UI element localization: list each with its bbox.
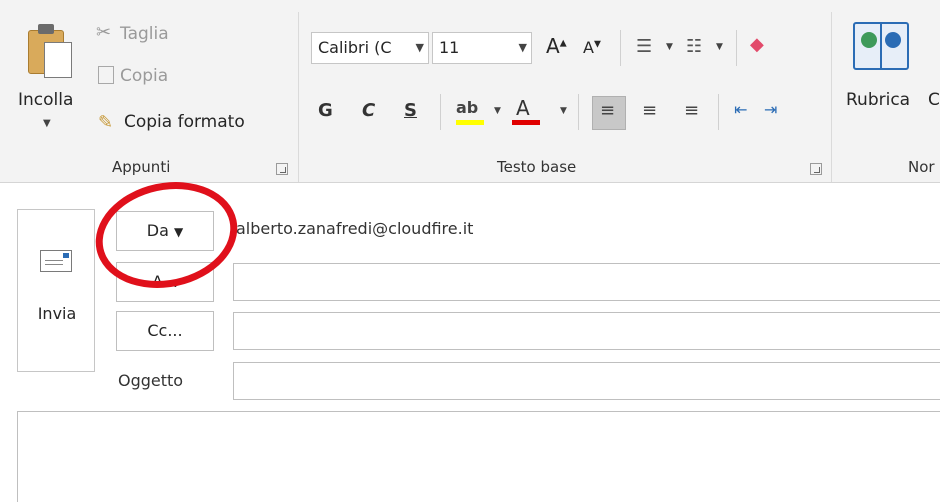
cc-field[interactable] (233, 312, 940, 350)
format-painter-icon[interactable]: ✎ (98, 112, 113, 133)
shrink-font-icon[interactable]: A▼ (583, 38, 601, 57)
cut-button[interactable]: Taglia (120, 24, 169, 44)
ribbon: Incolla ▼ ✂ Taglia Copia ✎ Copia formato… (0, 0, 940, 183)
check-names-button[interactable]: C (928, 90, 940, 110)
highlight-color-bar (456, 120, 484, 125)
paste-icon[interactable] (24, 22, 82, 82)
clipboard-launcher-icon[interactable] (276, 163, 288, 175)
format-painter-button[interactable]: Copia formato (124, 112, 245, 132)
font-name-combo[interactable]: Calibri (C ▼ (311, 32, 429, 64)
send-button[interactable]: Invia (17, 209, 95, 372)
clear-formatting-icon[interactable]: ◆ (750, 34, 764, 55)
font-name-value: Calibri (C (318, 38, 392, 57)
chevron-down-icon[interactable]: ▼ (666, 42, 673, 52)
message-body[interactable] (17, 411, 940, 502)
font-color-bar (512, 120, 540, 125)
bold-button[interactable]: G (318, 100, 333, 121)
underline-button[interactable]: S (404, 100, 417, 121)
font-size-value: 11 (439, 38, 460, 57)
grow-font-icon[interactable]: A▲ (546, 34, 567, 58)
basic-text-group-label: Testo base (497, 158, 577, 176)
cc-button[interactable]: Cc... (116, 311, 214, 351)
increase-indent-icon[interactable]: ⇥ (764, 100, 777, 119)
from-address: alberto.zanafredi@cloudfire.it (236, 219, 474, 238)
bullets-icon[interactable]: ☰ (636, 36, 652, 57)
copy-button[interactable]: Copia (120, 66, 168, 86)
annotation-circle (85, 169, 248, 301)
font-color-icon[interactable]: A (516, 96, 530, 120)
address-book-icon[interactable] (853, 22, 909, 70)
chevron-down-icon[interactable]: ▼ (494, 106, 501, 116)
decrease-indent-icon[interactable]: ⇤ (734, 100, 747, 119)
send-label: Invia (37, 304, 77, 323)
chevron-down-icon[interactable]: ▼ (716, 42, 723, 52)
basic-text-launcher-icon[interactable] (810, 163, 822, 175)
italic-button[interactable]: C (362, 100, 375, 121)
names-group-label: Nor (908, 158, 935, 176)
highlight-icon[interactable]: ab (456, 98, 478, 117)
subject-label: Oggetto (118, 371, 184, 390)
chevron-down-icon[interactable]: ▼ (416, 33, 424, 63)
align-left-icon[interactable]: ≡ (600, 100, 615, 121)
to-field[interactable] (233, 263, 940, 301)
numbering-icon[interactable]: ☷ (686, 36, 702, 57)
chevron-down-icon[interactable]: ▼ (519, 33, 527, 63)
font-size-combo[interactable]: 11 ▼ (432, 32, 532, 64)
paste-button-label[interactable]: Incolla (18, 90, 73, 110)
align-right-icon[interactable]: ≡ (684, 100, 699, 121)
align-center-icon[interactable]: ≡ (642, 100, 657, 121)
address-book-button[interactable]: Rubrica (846, 90, 910, 110)
cut-icon[interactable]: ✂ (96, 22, 111, 43)
subject-field[interactable] (233, 362, 940, 400)
clipboard-group-label: Appunti (112, 158, 171, 176)
chevron-down-icon[interactable]: ▼ (560, 106, 567, 116)
copy-icon[interactable] (98, 66, 114, 84)
paste-dropdown-icon[interactable]: ▼ (43, 118, 51, 129)
send-envelope-icon (40, 250, 72, 272)
